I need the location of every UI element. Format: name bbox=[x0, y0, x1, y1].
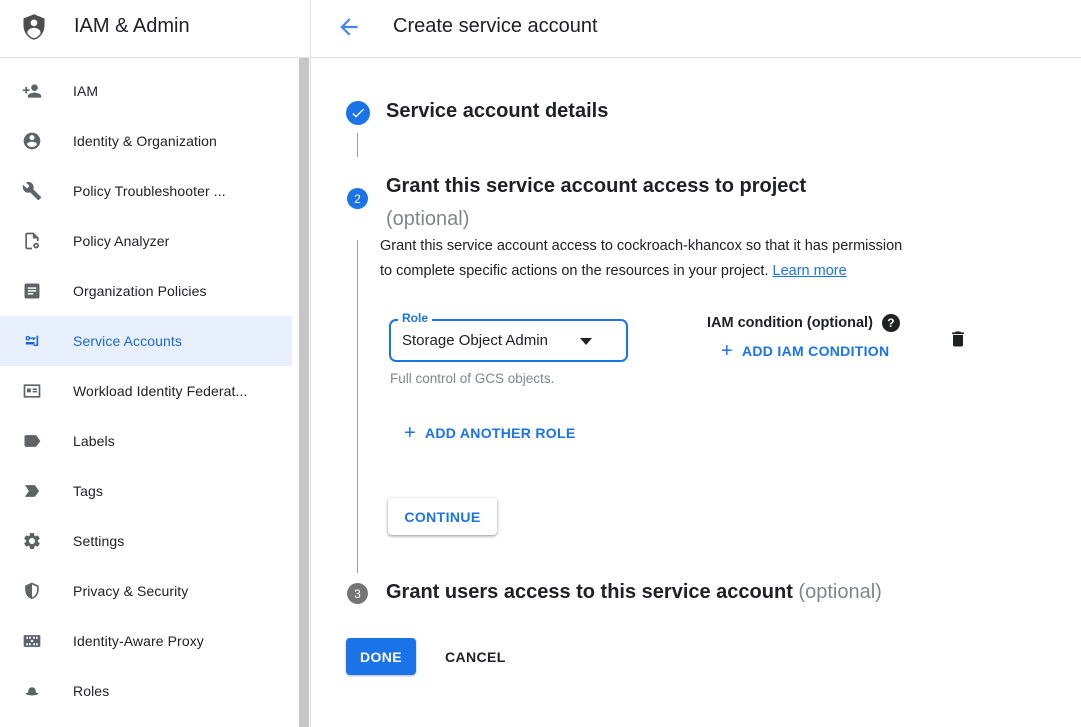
product-title: IAM & Admin bbox=[74, 15, 190, 38]
back-arrow-icon[interactable] bbox=[336, 14, 362, 40]
sidebar-item-label: Workload Identity Federat... bbox=[73, 383, 248, 399]
roles-hat-icon bbox=[22, 681, 42, 701]
continue-button[interactable]: CONTINUE bbox=[388, 498, 497, 535]
sidebar-item-labels[interactable]: Labels bbox=[0, 416, 292, 466]
sidebar-item-identity-organization[interactable]: Identity & Organization bbox=[0, 116, 292, 166]
iam-admin-console: IAM & Admin Create service account IAM I… bbox=[0, 0, 1081, 727]
sidebar-item-label: Policy Troubleshooter ... bbox=[73, 183, 226, 199]
privacy-shield-icon bbox=[22, 581, 42, 601]
page-title: Create service account bbox=[393, 15, 598, 38]
org-policies-doc-icon bbox=[22, 281, 42, 301]
wrench-icon bbox=[22, 181, 42, 201]
account-circle-icon bbox=[22, 131, 42, 151]
plus-icon: + bbox=[721, 341, 733, 361]
identity-aware-proxy-icon bbox=[22, 631, 42, 651]
sidebar-item-label: Service Accounts bbox=[73, 333, 182, 349]
learn-more-link[interactable]: Learn more bbox=[773, 263, 847, 279]
step-connector bbox=[357, 133, 358, 157]
sidebar-scrollbar[interactable] bbox=[299, 58, 309, 727]
plus-icon: + bbox=[404, 423, 416, 443]
step2-optional-label: (optional) bbox=[386, 203, 806, 236]
iam-condition-label: IAM condition (optional) bbox=[707, 315, 873, 331]
step3-optional-label: (optional) bbox=[798, 581, 881, 603]
done-button[interactable]: DONE bbox=[346, 638, 416, 675]
help-icon[interactable]: ? bbox=[882, 314, 900, 332]
step1-completed-indicator bbox=[346, 101, 370, 125]
cancel-button[interactable]: CANCEL bbox=[445, 638, 506, 675]
sidebar-item-identity-aware-proxy[interactable]: Identity-Aware Proxy bbox=[0, 616, 292, 666]
add-another-role-button[interactable]: + ADD ANOTHER ROLE bbox=[404, 423, 576, 443]
check-icon bbox=[350, 105, 366, 121]
step3-title[interactable]: Grant users access to this service accou… bbox=[386, 581, 882, 604]
role-select-value: Storage Object Admin bbox=[402, 332, 548, 349]
step2-description: Grant this service account access to coc… bbox=[380, 234, 902, 284]
add-iam-condition-button[interactable]: + ADD IAM CONDITION bbox=[721, 341, 889, 361]
sidebar-item-label: Policy Analyzer bbox=[73, 233, 169, 249]
policy-analyzer-icon bbox=[22, 231, 42, 251]
sidebar-item-privacy-security[interactable]: Privacy & Security bbox=[0, 566, 292, 616]
sidebar-nav: IAM Identity & Organization Policy Troub… bbox=[0, 66, 292, 716]
step2-title: Grant this service account access to pro… bbox=[386, 170, 806, 236]
step1-title[interactable]: Service account details bbox=[386, 100, 608, 123]
sidebar-item-roles[interactable]: Roles bbox=[0, 666, 292, 716]
step3-number-indicator: 3 bbox=[347, 583, 368, 604]
iam-admin-logo-shield-person-icon bbox=[19, 12, 49, 42]
sidebar-item-label: Organization Policies bbox=[73, 283, 207, 299]
sidebar-item-label: Roles bbox=[73, 683, 109, 699]
sidebar-divider bbox=[310, 0, 311, 727]
sidebar-item-label: IAM bbox=[73, 83, 98, 99]
sidebar-item-label: Identity-Aware Proxy bbox=[73, 633, 204, 649]
sidebar-item-policy-troubleshooter[interactable]: Policy Troubleshooter ... bbox=[0, 166, 292, 216]
step-connector bbox=[357, 240, 358, 573]
sidebar-item-workload-identity-federation[interactable]: Workload Identity Federat... bbox=[0, 366, 292, 416]
sidebar-item-service-accounts[interactable]: Service Accounts bbox=[0, 316, 292, 366]
sidebar-item-settings[interactable]: Settings bbox=[0, 516, 292, 566]
label-icon bbox=[22, 431, 42, 451]
header-divider bbox=[0, 57, 1081, 58]
step2-number-indicator: 2 bbox=[347, 188, 368, 209]
iam-condition-header: IAM condition (optional) ? bbox=[707, 314, 900, 332]
tag-arrow-icon bbox=[22, 481, 42, 501]
sidebar-item-tags[interactable]: Tags bbox=[0, 466, 292, 516]
delete-role-trash-icon[interactable] bbox=[948, 328, 968, 350]
sidebar-item-policy-analyzer[interactable]: Policy Analyzer bbox=[0, 216, 292, 266]
person-add-icon bbox=[22, 81, 42, 101]
role-helper-text: Full control of GCS objects. bbox=[390, 371, 554, 386]
dropdown-caret-icon bbox=[580, 338, 592, 345]
gear-icon bbox=[22, 531, 42, 551]
role-select[interactable]: Storage Object Admin bbox=[389, 319, 628, 362]
sidebar-item-label: Tags bbox=[73, 483, 103, 499]
sidebar-item-label: Settings bbox=[73, 533, 124, 549]
role-field-label: Role bbox=[398, 311, 432, 325]
sidebar-item-organization-policies[interactable]: Organization Policies bbox=[0, 266, 292, 316]
sidebar-item-label: Labels bbox=[73, 433, 115, 449]
sidebar-item-iam[interactable]: IAM bbox=[0, 66, 292, 116]
service-account-icon bbox=[22, 331, 42, 351]
workload-identity-card-icon bbox=[22, 381, 42, 401]
sidebar-item-label: Identity & Organization bbox=[73, 133, 217, 149]
sidebar-item-label: Privacy & Security bbox=[73, 583, 188, 599]
